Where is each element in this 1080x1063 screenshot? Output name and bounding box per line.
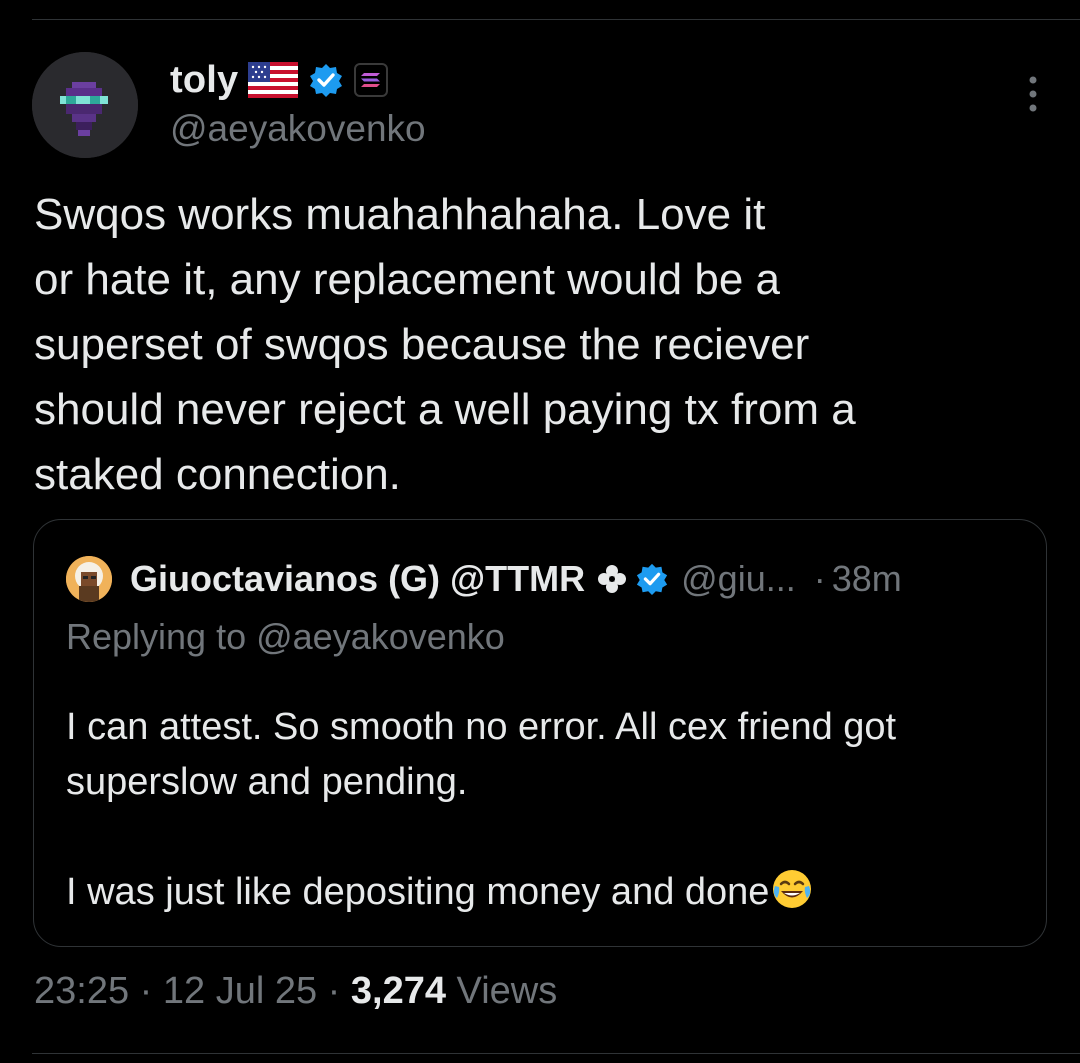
- author-avatar[interactable]: [32, 52, 138, 158]
- quoted-text-line-2: superslow and pending.: [66, 761, 468, 803]
- quoted-tweet-text: I can attest. So smooth no error. All ce…: [66, 700, 1026, 920]
- clover-icon: [585, 562, 629, 596]
- top-divider: [32, 19, 1080, 20]
- more-options-icon[interactable]: [1026, 74, 1040, 114]
- us-flag-icon: [248, 62, 299, 98]
- verified-badge-icon[interactable]: [308, 62, 344, 98]
- tweet-time[interactable]: 23:25: [34, 970, 129, 1012]
- views-count: 3,274: [350, 970, 446, 1012]
- tweet-meta: 23:25 · 12 Jul 25 · 3,274 Views: [34, 970, 557, 1013]
- meta-separator: ·: [129, 970, 163, 1012]
- solana-logo-icon[interactable]: [354, 63, 389, 97]
- replying-prefix: Replying to: [66, 616, 257, 657]
- quoted-author-display-name: Giuoctavianos (G) @TTMR: [130, 558, 586, 599]
- replying-to-line: Replying to @aeyakovenko: [66, 616, 505, 658]
- tweet-date[interactable]: 12 Jul 25: [163, 970, 317, 1012]
- quoted-text-line-3: I was just like depositing money and don…: [66, 871, 770, 913]
- quoted-author-avatar: [66, 556, 112, 602]
- face-with-tears-of-joy-icon: [769, 870, 813, 913]
- author-handle[interactable]: @aeyakovenko: [170, 108, 426, 150]
- tweet-text: Swqos works muahahhahaha. Love it or hat…: [34, 190, 856, 499]
- quoted-text-blank-line: [66, 810, 1026, 865]
- quoted-tweet-header: Giuoctavianos (G) @TTMR @giu... · 38m: [66, 556, 902, 602]
- quoted-text-line-1: I can attest. So smooth no error. All ce…: [66, 706, 897, 748]
- quoted-tweet-card[interactable]: Giuoctavianos (G) @TTMR @giu... · 38m Re…: [33, 519, 1047, 947]
- separator-dot: ·: [813, 558, 826, 599]
- replying-handle: @aeyakovenko: [256, 616, 505, 657]
- meta-separator: ·: [317, 970, 351, 1012]
- quoted-author-handle: @giu...: [681, 558, 796, 599]
- author-name-row: toly: [170, 54, 389, 106]
- author-display-name[interactable]: toly: [170, 59, 238, 102]
- views-label: Views: [445, 970, 558, 1012]
- quoted-verified-badge-icon: [629, 562, 669, 596]
- bottom-divider: [32, 1053, 1080, 1054]
- quoted-text-line-3-wrap: I was just like depositing money and don…: [66, 865, 1026, 920]
- tweet-detail-view: toly @aeyakovenko Swqos works muahahhaha…: [0, 0, 1080, 1063]
- quoted-timestamp: 38m: [831, 558, 902, 599]
